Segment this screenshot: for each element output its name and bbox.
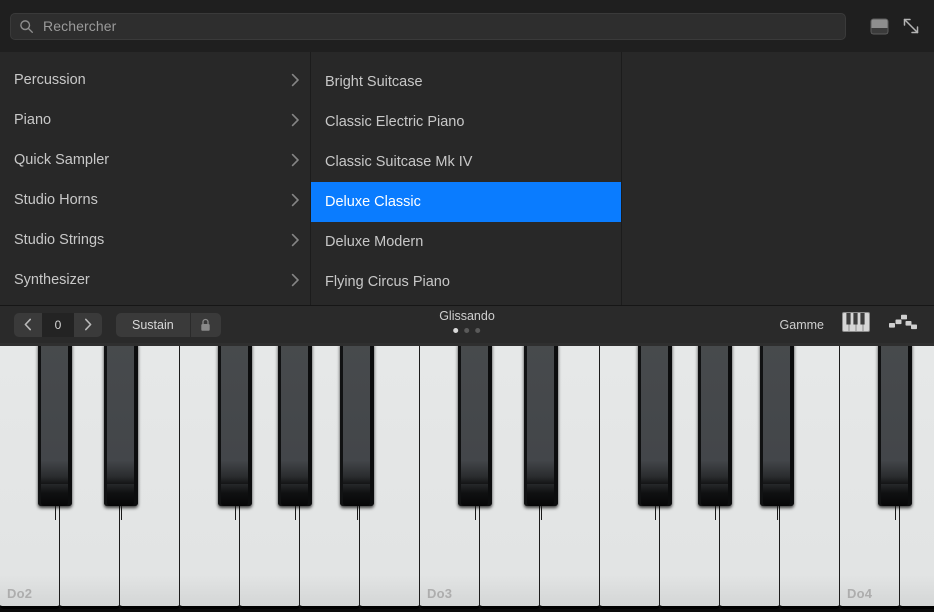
chevron-right-icon	[291, 233, 300, 247]
piano-black-key[interactable]	[104, 343, 138, 506]
piano-keyboard-icon	[842, 312, 870, 332]
patch-label: Classic Suitcase Mk IV	[325, 154, 611, 170]
category-label: Studio Horns	[14, 192, 291, 208]
patch-label: Deluxe Modern	[325, 234, 611, 250]
sustain-button[interactable]: Sustain	[116, 313, 191, 337]
sidebar-item-piano[interactable]: Piano	[0, 100, 310, 140]
piano-black-key[interactable]	[218, 343, 252, 506]
note-label-do4: Do4	[847, 586, 872, 601]
keyboard-toolbar: 0 Sustain Glissando	[0, 305, 934, 343]
octave-stepper[interactable]: 0	[14, 313, 102, 337]
piano-black-key[interactable]	[458, 343, 492, 506]
chevron-right-icon	[291, 193, 300, 207]
page-dot-3[interactable]	[476, 328, 481, 333]
detail-column[interactable]	[622, 52, 934, 305]
sustain-group: Sustain	[116, 313, 221, 337]
piano-black-key[interactable]	[760, 343, 794, 506]
note-label-do2: Do2	[7, 586, 32, 601]
sustain-lock-button[interactable]	[191, 313, 221, 337]
page-dot-1[interactable]	[454, 328, 459, 333]
sidebar-item-synthesizer[interactable]: Synthesizer	[0, 260, 310, 300]
sidebar-item-studio-strings[interactable]: Studio Strings	[0, 220, 310, 260]
patch-label: Flying Circus Piano	[325, 274, 611, 290]
patch-label: Classic Electric Piano	[325, 114, 611, 130]
piano-keyboard[interactable]: Do2 Do3 Do4	[0, 343, 934, 612]
glissando-label: Glissando	[439, 309, 495, 324]
arpeggiator-dots-icon	[888, 313, 918, 331]
page-dot-2[interactable]	[465, 328, 470, 333]
patch-label: Bright Suitcase	[325, 74, 611, 90]
top-toolbar: Rechercher	[0, 0, 934, 52]
piano-top-edge	[0, 343, 934, 346]
browser-columns: Percussion Piano Quick Sampler Studio Ho…	[0, 52, 934, 305]
piano-black-key[interactable]	[698, 343, 732, 506]
split-view-icon	[870, 18, 889, 35]
page-dots[interactable]	[439, 328, 495, 333]
octave-up-button[interactable]	[74, 313, 102, 337]
expand-diagonal-icon	[901, 16, 921, 36]
octave-value[interactable]: 0	[42, 313, 74, 337]
list-item-classic-suitcase-mk-iv[interactable]: Classic Suitcase Mk IV	[311, 142, 621, 182]
sidebar-item-quick-sampler[interactable]: Quick Sampler	[0, 140, 310, 180]
lock-icon	[200, 318, 211, 332]
category-label: Studio Strings	[14, 232, 291, 248]
split-view-button[interactable]	[866, 13, 892, 39]
chevron-left-icon	[24, 318, 32, 331]
piano-black-key[interactable]	[278, 343, 312, 506]
note-label-do3: Do3	[427, 586, 452, 601]
chevron-right-icon	[291, 113, 300, 127]
gamme-label[interactable]: Gamme	[780, 318, 824, 332]
list-item-flying-circus-piano[interactable]: Flying Circus Piano	[311, 262, 621, 302]
category-label: Piano	[14, 112, 291, 128]
search-icon	[19, 19, 34, 34]
glissando-mode[interactable]: Glissando	[439, 309, 495, 333]
keyboard-toolbar-right: Gamme	[780, 312, 926, 337]
patch-label: Deluxe Classic	[325, 194, 611, 210]
instrument-browser-window: Rechercher Percussion	[0, 0, 934, 612]
category-column[interactable]: Percussion Piano Quick Sampler Studio Ho…	[0, 52, 311, 305]
octave-down-button[interactable]	[14, 313, 42, 337]
chevron-right-icon	[84, 318, 92, 331]
arpeggiator-button[interactable]	[888, 313, 918, 336]
piano-black-key[interactable]	[878, 343, 912, 506]
piano-black-key[interactable]	[340, 343, 374, 506]
sidebar-item-percussion[interactable]: Percussion	[0, 60, 310, 100]
category-label: Percussion	[14, 72, 291, 88]
list-item-classic-electric-piano[interactable]: Classic Electric Piano	[311, 102, 621, 142]
search-field[interactable]: Rechercher	[10, 13, 846, 40]
list-item-deluxe-classic[interactable]: Deluxe Classic	[311, 182, 621, 222]
expand-button[interactable]	[898, 13, 924, 39]
piano-black-key[interactable]	[38, 343, 72, 506]
list-item-deluxe-modern[interactable]: Deluxe Modern	[311, 222, 621, 262]
sidebar-item-studio-horns[interactable]: Studio Horns	[0, 180, 310, 220]
list-item-bright-suitcase[interactable]: Bright Suitcase	[311, 62, 621, 102]
piano-black-key[interactable]	[524, 343, 558, 506]
keyboard-view-button[interactable]	[842, 312, 870, 337]
category-label: Quick Sampler	[14, 152, 291, 168]
search-input-placeholder[interactable]: Rechercher	[43, 18, 116, 34]
patch-column[interactable]: Bright Suitcase Classic Electric Piano C…	[311, 52, 622, 305]
chevron-right-icon	[291, 73, 300, 87]
category-label: Synthesizer	[14, 272, 291, 288]
chevron-right-icon	[291, 273, 300, 287]
piano-black-key[interactable]	[638, 343, 672, 506]
chevron-right-icon	[291, 153, 300, 167]
